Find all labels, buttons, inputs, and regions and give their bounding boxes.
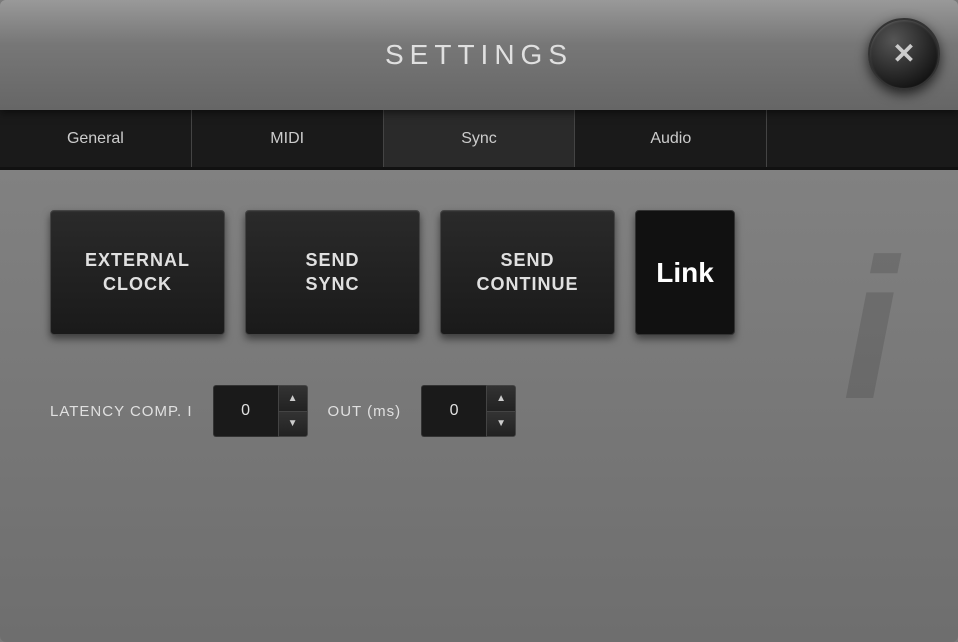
out-spinner: 0 ▲ ▼ <box>421 385 516 437</box>
external-clock-button[interactable]: EXTERNALCLOCK <box>50 210 225 335</box>
out-up-arrow[interactable]: ▲ <box>487 386 515 412</box>
send-continue-button[interactable]: SENDCONTINUE <box>440 210 615 335</box>
close-button[interactable]: ✕ <box>868 18 940 90</box>
latency-arrows: ▲ ▼ <box>278 385 308 437</box>
tab-sync[interactable]: Sync <box>384 110 576 167</box>
close-icon: ✕ <box>892 40 915 68</box>
controls-row: LATENCY COMP. I 0 ▲ ▼ OUT (ms) 0 ▲ ▼ <box>50 385 908 437</box>
latency-down-arrow[interactable]: ▼ <box>279 412 307 437</box>
latency-label: LATENCY COMP. I <box>50 403 193 420</box>
out-down-arrow[interactable]: ▼ <box>487 412 515 437</box>
tab-audio[interactable]: Audio <box>575 110 767 167</box>
link-button[interactable]: Link <box>635 210 735 335</box>
tab-general[interactable]: General <box>0 110 192 167</box>
buttons-row: EXTERNALCLOCK SENDSYNC SENDCONTINUE Link <box>50 210 908 335</box>
latency-spinner: 0 ▲ ▼ <box>213 385 308 437</box>
latency-up-arrow[interactable]: ▲ <box>279 386 307 412</box>
out-arrows: ▲ ▼ <box>486 385 516 437</box>
settings-title: SETTINGS <box>385 39 573 71</box>
settings-window: SETTINGS ✕ General MIDI Sync Audio i EXT… <box>0 0 958 642</box>
latency-value: 0 <box>213 385 278 437</box>
main-content: i EXTERNALCLOCK SENDSYNC SENDCONTINUE Li… <box>0 170 958 477</box>
link-label: Link <box>656 257 714 289</box>
header: SETTINGS ✕ <box>0 0 958 110</box>
tab-extra[interactable] <box>767 110 958 167</box>
out-value: 0 <box>421 385 486 437</box>
out-label: OUT (ms) <box>328 403 402 420</box>
tab-bar: General MIDI Sync Audio <box>0 110 958 170</box>
send-sync-button[interactable]: SENDSYNC <box>245 210 420 335</box>
tab-midi[interactable]: MIDI <box>192 110 384 167</box>
